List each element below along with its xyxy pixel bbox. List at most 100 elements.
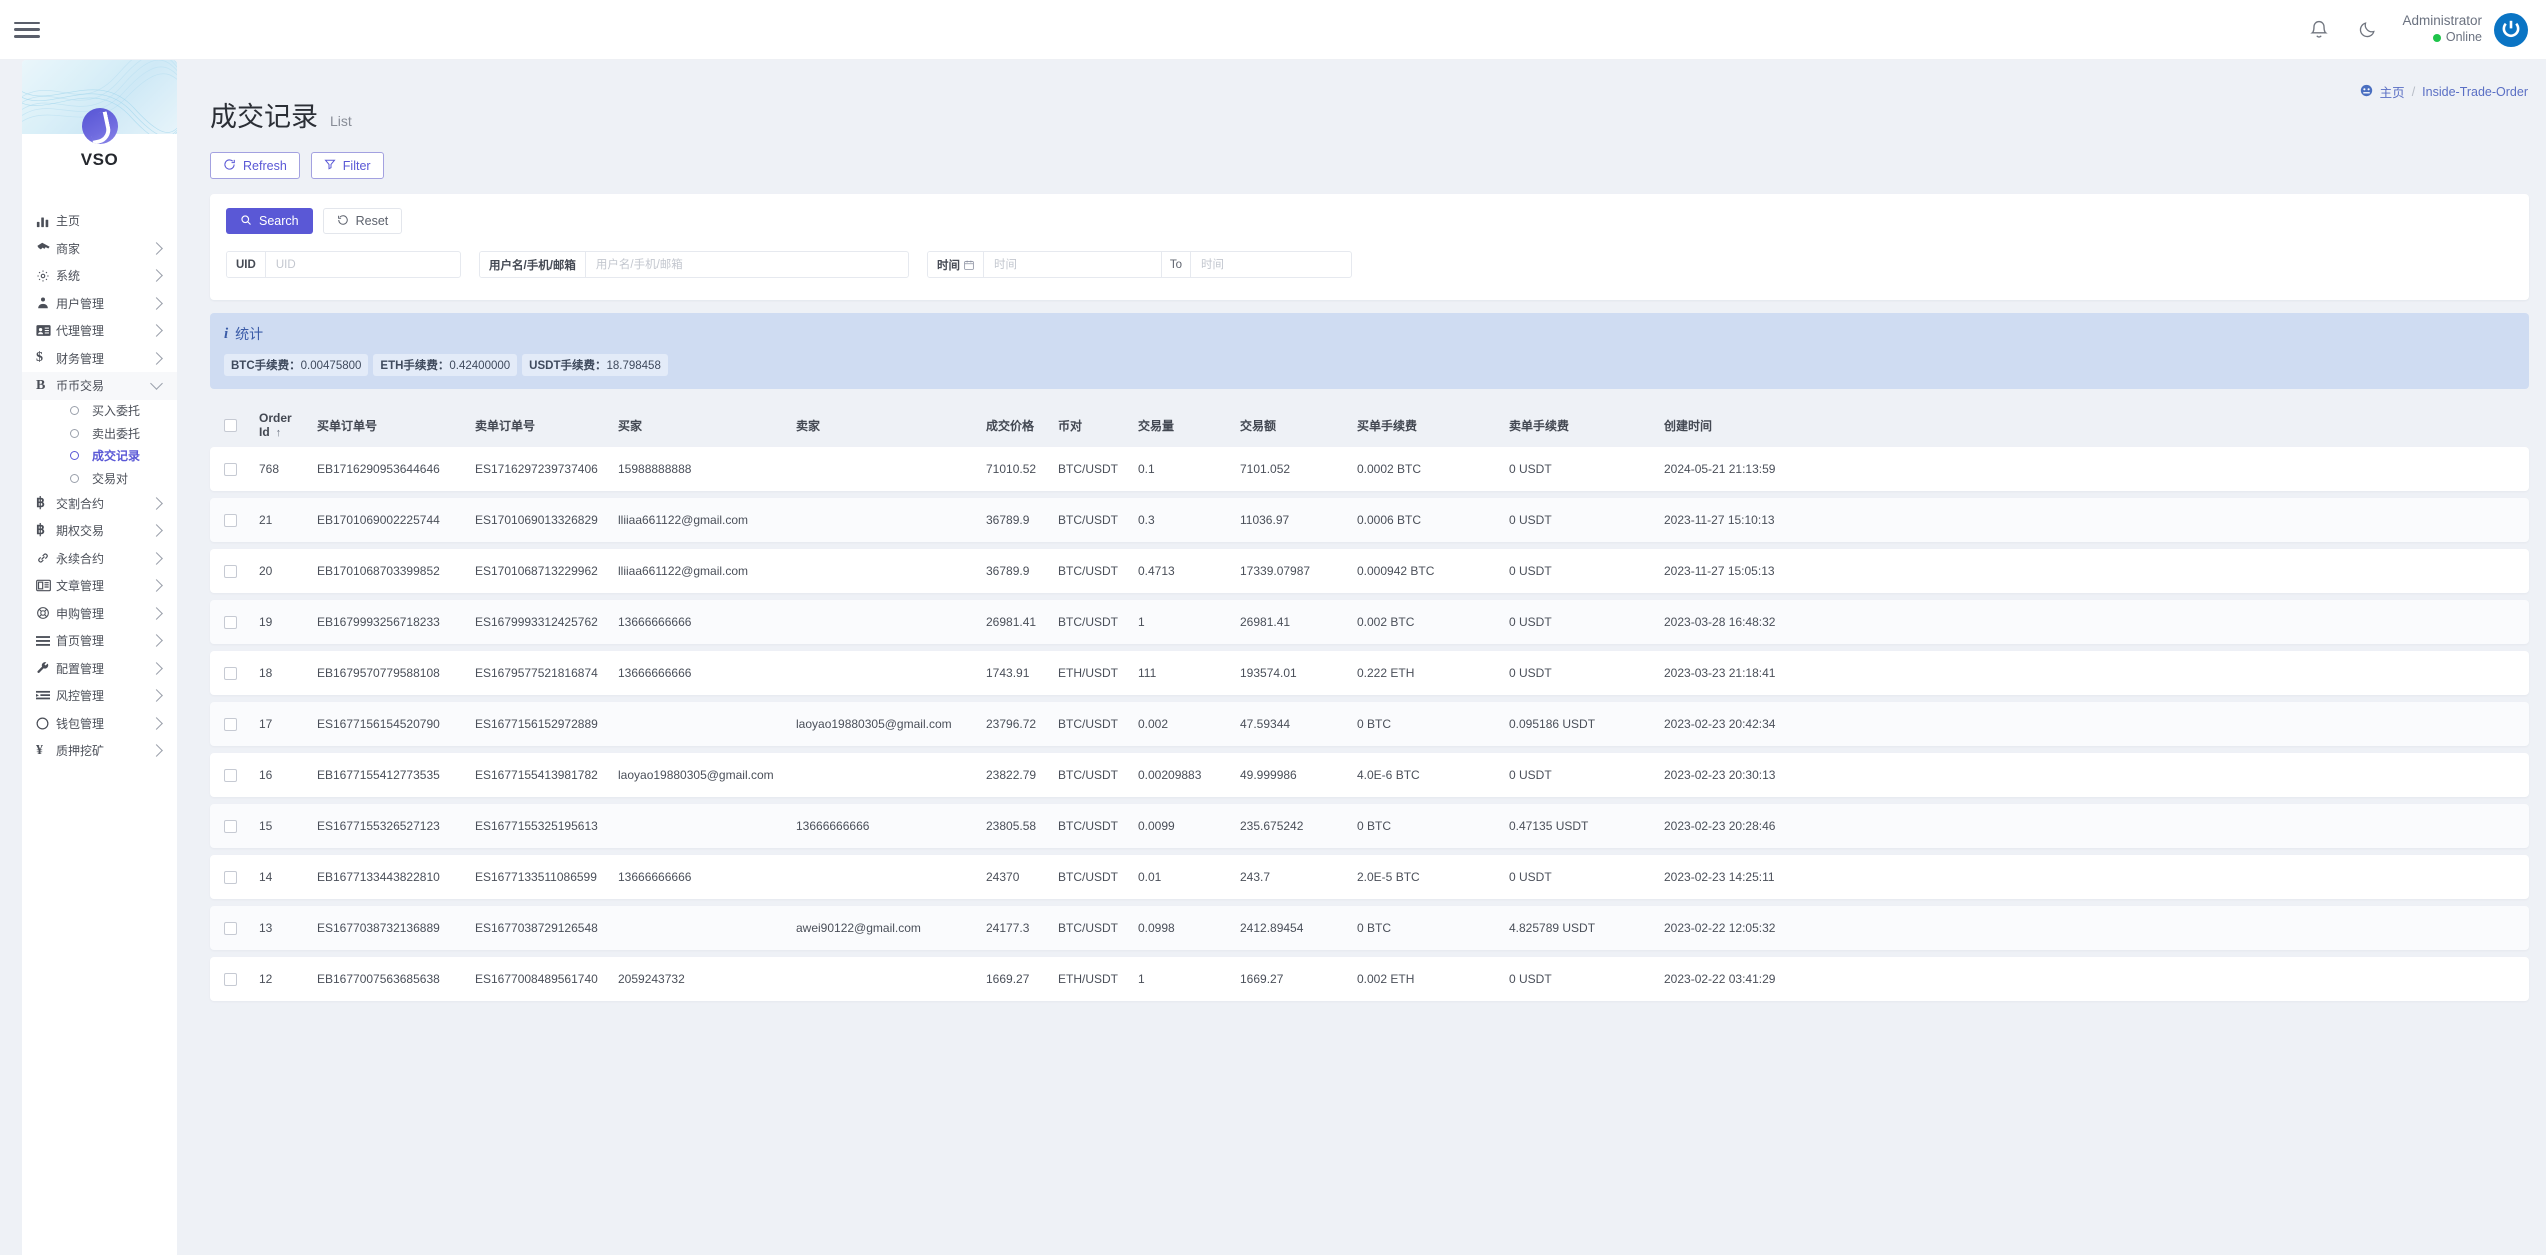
cell-buy-fee: 0.0006 BTC bbox=[1357, 513, 1422, 527]
sidebar-subitem-buy-order[interactable]: 买入委托 bbox=[22, 400, 177, 423]
table-row[interactable]: 18 EB1679570779588108 ES1679577521816874 13… bbox=[210, 651, 2529, 695]
row-checkbox[interactable] bbox=[224, 666, 237, 680]
cell-price: 1669.27 bbox=[986, 972, 1030, 986]
table-row[interactable]: 20 EB1701068703399852 ES1701068713229962 ll… bbox=[210, 549, 2529, 593]
table-row[interactable]: 16 EB1677155412773535 ES1677155413981782 la… bbox=[210, 753, 2529, 797]
cell-price: 23796.72 bbox=[986, 717, 1037, 731]
cell-created-time: 2023-11-27 15:10:13 bbox=[1664, 513, 1775, 527]
column-buyer: 买家 bbox=[618, 418, 643, 433]
table-row[interactable]: 768 EB1716290953644646 ES1716297239737406 1… bbox=[210, 447, 2529, 491]
sidebar-subitem-trade-pair[interactable]: 交易对 bbox=[22, 467, 177, 490]
sidebar-item-perpetual-contract[interactable]: 永续合约 bbox=[22, 545, 177, 573]
breadcrumb-current[interactable]: Inside-Trade-Order bbox=[2422, 85, 2528, 99]
chevron-right-icon bbox=[150, 241, 163, 255]
chevron-right-icon bbox=[150, 579, 163, 593]
row-checkbox[interactable] bbox=[224, 513, 237, 527]
search-button[interactable]: Search bbox=[226, 208, 313, 234]
row-checkbox[interactable] bbox=[224, 615, 237, 629]
row-checkbox[interactable] bbox=[224, 870, 237, 884]
sidebar-item-wallet-management[interactable]: 钱包管理 bbox=[22, 710, 177, 738]
breadcrumb-home[interactable]: 主页 bbox=[2380, 82, 2405, 101]
circle-icon bbox=[70, 406, 79, 416]
user-status-label: Online bbox=[2445, 30, 2482, 45]
link-icon bbox=[36, 551, 56, 565]
brand[interactable]: VSO bbox=[22, 108, 177, 170]
row-select-cell bbox=[224, 768, 259, 782]
sidebar-item-user-management[interactable]: 用户管理 bbox=[22, 290, 177, 318]
row-checkbox[interactable] bbox=[224, 972, 237, 986]
filter-button[interactable]: Filter bbox=[310, 152, 384, 179]
user-label: 用户名/手机/邮箱 bbox=[480, 252, 586, 277]
column-price: 成交价格 bbox=[986, 418, 1035, 433]
table-row[interactable]: 21 EB1701069002225744 ES1701069013326829 ll… bbox=[210, 498, 2529, 542]
avatar[interactable] bbox=[2494, 12, 2528, 47]
notification-bell-icon[interactable] bbox=[2306, 17, 2332, 43]
user-profile[interactable]: Administrator Online bbox=[2402, 12, 2528, 47]
cell-sell-order: ES1677038729126548 bbox=[475, 921, 598, 935]
cell-buy-order: ES1677155326527123 bbox=[317, 819, 440, 833]
bar-chart-icon bbox=[36, 214, 56, 228]
row-checkbox[interactable] bbox=[224, 717, 237, 731]
row-select-cell bbox=[224, 513, 259, 527]
sidebar-item-article-management[interactable]: 文章管理 bbox=[22, 572, 177, 600]
table-row[interactable]: 12 EB1677007563685638 ES1677008489561740 20… bbox=[210, 957, 2529, 1001]
cell-buy-order: ES1677038732136889 bbox=[317, 921, 440, 935]
cell-sell-fee: 0 USDT bbox=[1509, 768, 1552, 782]
cell-buy-fee: 0.002 ETH bbox=[1357, 972, 1415, 986]
sidebar-item-agent-management[interactable]: 代理管理 bbox=[22, 317, 177, 345]
sidebar-item-risk-management[interactable]: 风控管理 bbox=[22, 682, 177, 710]
sort-asc-icon[interactable]: ↑ bbox=[276, 427, 282, 439]
dashboard-icon bbox=[2360, 84, 2373, 100]
cell-sell-order: ES1677133511086599 bbox=[475, 870, 597, 884]
info-icon: i bbox=[224, 325, 229, 342]
user-input[interactable] bbox=[585, 252, 908, 277]
sidebar-item-delivery-contract[interactable]: ฿ 交割合约 bbox=[22, 490, 177, 518]
sidebar-item-home[interactable]: 主页 bbox=[22, 207, 177, 235]
reset-button[interactable]: Reset bbox=[322, 208, 403, 234]
sidebar-item-label: 钱包管理 bbox=[56, 716, 105, 731]
column-order-id[interactable]: Order Id ↑ bbox=[259, 411, 317, 439]
cell-seller: 13666666666 bbox=[796, 819, 870, 833]
sidebar-item-coin-trade[interactable]: B 币币交易 bbox=[22, 372, 177, 400]
menu-toggle-icon[interactable] bbox=[14, 19, 40, 41]
row-checkbox[interactable] bbox=[224, 921, 237, 935]
table-row[interactable]: 15 ES1677155326527123 ES1677155325195613 13… bbox=[210, 804, 2529, 848]
sidebar-item-subscription-management[interactable]: 申购管理 bbox=[22, 600, 177, 628]
sidebar-item-system[interactable]: 系统 bbox=[22, 262, 177, 290]
sidebar-item-homepage-management[interactable]: 首页管理 bbox=[22, 627, 177, 655]
row-checkbox[interactable] bbox=[224, 462, 237, 476]
column-buy-order: 买单订单号 bbox=[317, 418, 378, 433]
table-row[interactable]: 19 EB1679993256718233 ES1679993312425762 13… bbox=[210, 600, 2529, 644]
column-volume: 交易量 bbox=[1138, 418, 1175, 433]
sidebar-item-label: 申购管理 bbox=[56, 606, 105, 621]
sidebar-subitem-trade-record[interactable]: 成交记录 bbox=[22, 445, 177, 468]
cell-buyer: laoyao19880305@gmail.com bbox=[618, 768, 774, 782]
sidebar-subitem-sell-order[interactable]: 卖出委托 bbox=[22, 422, 177, 445]
sidebar-item-option-trade[interactable]: ฿ 期权交易 bbox=[22, 517, 177, 545]
row-checkbox[interactable] bbox=[224, 564, 237, 578]
uid-input[interactable] bbox=[265, 252, 460, 277]
select-all-checkbox[interactable] bbox=[224, 418, 237, 432]
sidebar-item-staking-mining[interactable]: ¥ 质押挖矿 bbox=[22, 737, 177, 765]
sidebar-item-config-management[interactable]: 配置管理 bbox=[22, 655, 177, 683]
sidebar-item-finance-management[interactable]: $ 财务管理 bbox=[22, 345, 177, 373]
dark-mode-moon-icon[interactable] bbox=[2354, 17, 2380, 43]
cell-created-time: 2023-03-23 21:18:41 bbox=[1664, 666, 1776, 680]
table-row[interactable]: 17 ES1677156154520790 ES1677156152972889 la… bbox=[210, 702, 2529, 746]
cell-order-id: 19 bbox=[259, 615, 273, 629]
refresh-button[interactable]: Refresh bbox=[210, 152, 300, 179]
sidebar-item-merchant[interactable]: 商家 bbox=[22, 235, 177, 263]
cell-volume: 0.3 bbox=[1138, 513, 1155, 527]
table-row[interactable]: 14 EB1677133443822810 ES1677133511086599 13… bbox=[210, 855, 2529, 899]
time-from-input[interactable] bbox=[984, 252, 1161, 277]
table-row[interactable]: 13 ES1677038732136889 ES1677038729126548 aw… bbox=[210, 906, 2529, 950]
cell-sell-order: ES1679577521816874 bbox=[475, 666, 598, 680]
row-checkbox[interactable] bbox=[224, 819, 237, 833]
circle-icon bbox=[70, 428, 79, 438]
list-icon bbox=[36, 635, 56, 647]
time-to-input[interactable] bbox=[1191, 252, 1351, 277]
cell-amount: 235.675242 bbox=[1240, 819, 1304, 833]
column-created-time: 创建时间 bbox=[1664, 418, 1713, 433]
row-checkbox[interactable] bbox=[224, 768, 237, 782]
refresh-label: Refresh bbox=[243, 158, 287, 173]
